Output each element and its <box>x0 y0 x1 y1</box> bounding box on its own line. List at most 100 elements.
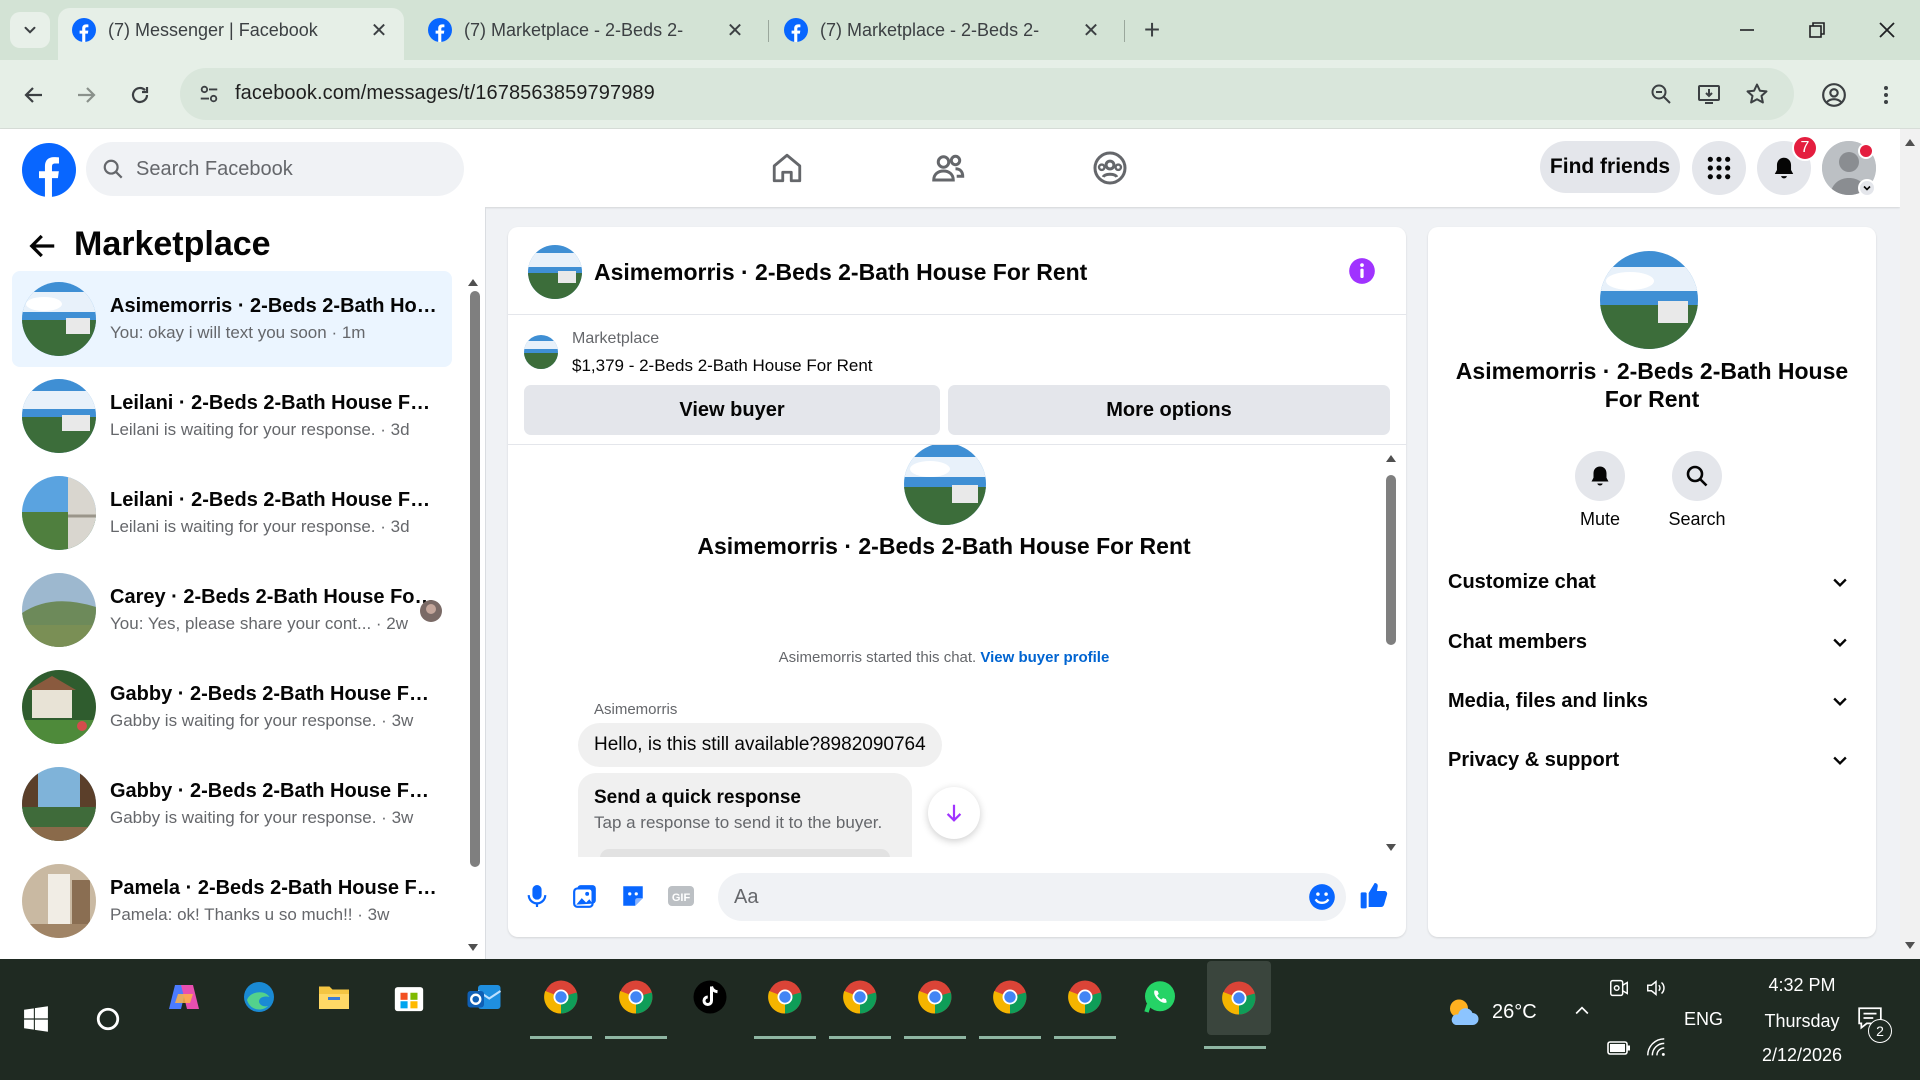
privacy-support-section[interactable]: Privacy & support <box>1448 735 1856 785</box>
weather-widget[interactable] <box>1444 995 1480 1031</box>
details-name: Asimemorris · 2-Beds 2-Bath House For Re… <box>1455 358 1849 412</box>
conversation-item[interactable]: Asimemorris · 2-Beds 2-Bath House For Re… <box>12 271 452 367</box>
bookmark-star-icon[interactable] <box>1744 81 1770 107</box>
whatsapp-app[interactable] <box>1132 969 1188 1025</box>
clock-date[interactable]: 2/12/2026 <box>1742 1045 1862 1066</box>
groups-nav[interactable] <box>1090 148 1130 188</box>
tab-close-icon[interactable]: ✕ <box>1080 19 1102 42</box>
quick-response-option[interactable] <box>600 849 890 857</box>
media-files-links-section[interactable]: Media, files and links <box>1448 676 1856 726</box>
sticker-button[interactable] <box>618 881 648 911</box>
scroll-to-bottom-button[interactable] <box>928 787 980 839</box>
customize-chat-section[interactable]: Customize chat <box>1448 557 1856 607</box>
camera-tray-icon[interactable] <box>1608 977 1630 999</box>
site-info-icon[interactable] <box>196 81 222 107</box>
messages-scrollbar-thumb[interactable] <box>1386 475 1396 645</box>
conversation-item[interactable]: Gabby · 2-Beds 2-Bath House For Rent Gab… <box>12 756 452 852</box>
chat-members-section[interactable]: Chat members <box>1448 617 1856 667</box>
facebook-logo-icon[interactable] <box>22 143 76 197</box>
copilot-app[interactable] <box>156 969 212 1025</box>
show-hidden-icons-button[interactable] <box>1572 1001 1592 1021</box>
view-buyer-profile-link[interactable]: View buyer profile <box>980 649 1109 666</box>
list-scroll-up-icon[interactable] <box>467 277 479 287</box>
info-icon[interactable] <box>1348 257 1376 285</box>
url-text[interactable]: facebook.com/messages/t/1678563859797989 <box>235 82 655 105</box>
home-nav[interactable] <box>767 148 807 188</box>
mute-action[interactable]: Mute <box>1555 451 1645 530</box>
details-avatar[interactable] <box>1600 251 1698 349</box>
tab-marketplace-2[interactable]: (7) Marketplace - 2-Beds 2-Bath ✕ <box>770 8 1116 52</box>
chrome-profile-app[interactable] <box>979 969 1041 1039</box>
chrome-profile-app[interactable] <box>605 969 667 1039</box>
back-arrow-icon[interactable] <box>28 231 58 261</box>
install-app-icon[interactable] <box>1696 81 1722 107</box>
chrome-profile-app[interactable] <box>1054 969 1116 1039</box>
minimize-button[interactable] <box>1722 12 1772 48</box>
list-scrollbar-thumb[interactable] <box>470 291 480 867</box>
friends-nav[interactable] <box>928 148 968 188</box>
clock-time[interactable]: 4:32 PM <box>1752 975 1852 996</box>
more-options-button[interactable]: More options <box>948 385 1390 435</box>
conversation-item[interactable]: Pamela · 2-Beds 2-Bath House For Rent Pa… <box>12 853 452 949</box>
restore-button[interactable] <box>1792 12 1842 48</box>
thumbs-up-icon[interactable] <box>1358 879 1390 911</box>
chat-avatar[interactable] <box>528 245 582 299</box>
tab-close-icon[interactable]: ✕ <box>368 19 390 42</box>
address-bar[interactable]: facebook.com/messages/t/1678563859797989 <box>180 68 1794 120</box>
browser-menu-button[interactable] <box>1866 75 1906 115</box>
start-button[interactable] <box>8 991 64 1047</box>
profile-button[interactable] <box>1814 75 1854 115</box>
list-scroll-down-icon[interactable] <box>467 943 479 953</box>
language-indicator[interactable]: ENG <box>1684 1009 1723 1030</box>
reload-button[interactable] <box>120 75 160 115</box>
listing-title[interactable]: $1,379 - 2-Beds 2-Bath House For Rent <box>572 356 873 376</box>
conversation-item[interactable]: Gabby · 2-Beds 2-Bath House For Rent Gab… <box>12 659 452 755</box>
message-bubble[interactable]: Hello, is this still available?898209076… <box>578 723 942 767</box>
tab-close-icon[interactable]: ✕ <box>724 19 746 42</box>
zoom-icon[interactable] <box>1648 81 1674 107</box>
outlook-app[interactable] <box>456 969 512 1025</box>
forward-button[interactable] <box>66 75 106 115</box>
messages-scroll-down-icon[interactable] <box>1384 843 1398 853</box>
conversation-item[interactable]: Leilani · 2-Beds 2-Bath House For Rent L… <box>12 368 452 464</box>
attach-photo-button[interactable] <box>570 881 600 911</box>
chevron-down-icon <box>24 26 36 34</box>
search-action[interactable]: Search <box>1652 451 1742 530</box>
battery-icon[interactable] <box>1606 1039 1632 1057</box>
clock-day[interactable]: Thursday <box>1752 1011 1852 1032</box>
chrome-profile-app[interactable] <box>530 969 592 1039</box>
chrome-active-app[interactable] <box>1204 961 1271 1049</box>
chrome-profile-app[interactable] <box>754 969 816 1039</box>
gif-button[interactable]: GIF <box>666 881 696 911</box>
search-facebook-input[interactable]: Search Facebook <box>86 142 464 196</box>
voice-clip-button[interactable] <box>522 881 552 911</box>
new-tab-button[interactable]: + <box>1136 12 1168 48</box>
tab-messenger[interactable]: (7) Messenger | Facebook ✕ <box>58 8 404 60</box>
chrome-profile-app[interactable] <box>829 969 891 1039</box>
close-window-button[interactable] <box>1862 12 1912 48</box>
chat-title[interactable]: Asimemorris · 2-Beds 2-Bath House For Re… <box>594 259 1087 286</box>
chrome-profile-app[interactable] <box>904 969 966 1039</box>
page-scrollbar[interactable] <box>1900 129 1920 959</box>
search-taskbar-button[interactable] <box>80 991 136 1047</box>
menu-button[interactable] <box>1692 141 1746 195</box>
quick-response-subtitle: Tap a response to send it to the buyer. <box>594 813 883 832</box>
message-input[interactable]: Aa <box>718 873 1346 921</box>
store-app[interactable] <box>381 969 437 1025</box>
volume-icon[interactable] <box>1644 977 1668 999</box>
edge-app[interactable] <box>231 969 287 1025</box>
tab-marketplace-1[interactable]: (7) Marketplace - 2-Beds 2-Bath ✕ <box>414 8 760 52</box>
account-chevron-icon[interactable] <box>1858 179 1876 197</box>
emoji-icon[interactable] <box>1308 883 1336 911</box>
back-button[interactable] <box>14 75 54 115</box>
messages-scroll-up-icon[interactable] <box>1384 453 1398 463</box>
wifi-icon[interactable] <box>1644 1037 1668 1059</box>
tiktok-app[interactable] <box>682 969 738 1025</box>
conversation-item[interactable]: Leilani · 2-Beds 2-Bath House For Rent L… <box>12 465 452 561</box>
file-explorer-app[interactable] <box>306 969 362 1025</box>
tab-search-button[interactable] <box>10 12 50 48</box>
conversation-item[interactable]: Carey · 2-Beds 2-Bath House For Rent You… <box>12 562 452 658</box>
find-friends-button[interactable]: Find friends <box>1540 141 1680 193</box>
view-buyer-button[interactable]: View buyer <box>524 385 940 435</box>
quick-response-card[interactable]: Send a quick response Tap a response to … <box>578 773 912 857</box>
